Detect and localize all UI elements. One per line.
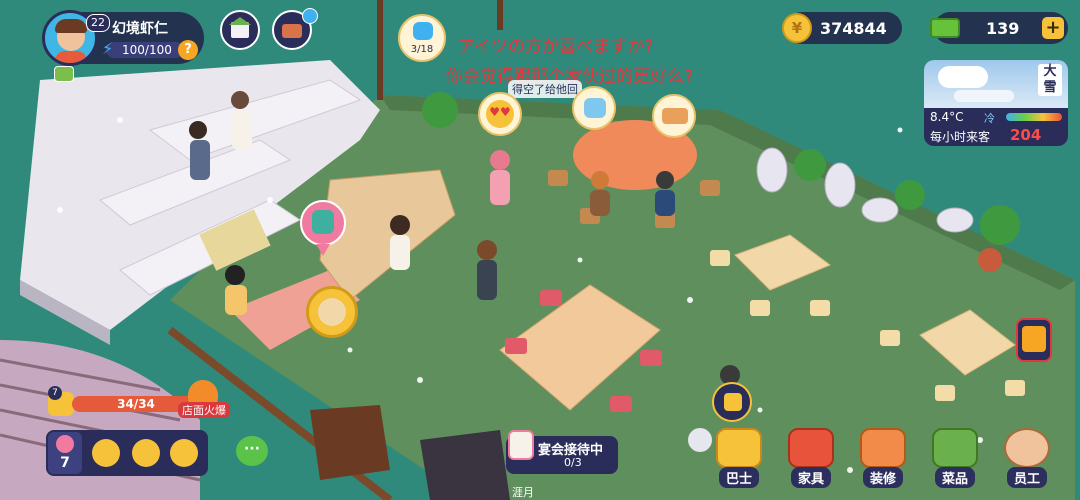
banquet-panel[interactable]: 宴会接待中 0/3 — [506, 430, 618, 474]
help-button[interactable]: ? — [178, 40, 198, 60]
temperature-status: 冷 — [984, 112, 995, 125]
level-badge: 22 — [86, 14, 110, 32]
menu-dishes-button[interactable]: 菜品 — [926, 428, 984, 488]
sofa-icon — [788, 428, 834, 468]
dish-slot-1[interactable] — [92, 439, 120, 467]
menu-staff-button[interactable]: 员工 — [998, 428, 1056, 488]
heart-eyes-emoji-icon: ♥♥ — [486, 100, 514, 128]
fire-label: 店面火爆 — [178, 402, 230, 418]
seat-bubble[interactable]: 3/18 — [398, 14, 446, 62]
customers-value: 204 — [1010, 126, 1042, 144]
coin-counter[interactable]: ¥ 374844 — [782, 12, 902, 44]
bottom-menu: 巴士 家具 装修 菜品 员工 — [700, 428, 1080, 500]
menu-furniture-button[interactable]: 家具 — [782, 428, 840, 488]
box-icon — [282, 24, 302, 38]
menu-bus-label: 巴士 — [718, 467, 759, 488]
weather-panel[interactable]: 大雪 8.4°C 冷 每小时来客 204 — [924, 60, 1068, 146]
npc-speech: 得空了给他回 — [508, 80, 582, 98]
banquet-progress: 0/3 — [564, 456, 582, 469]
overlay-line-1: アイツの方が喜べますか? — [458, 37, 654, 57]
player-panel[interactable]: 22 幻境虾仁 ⚡ 100/100 ? — [42, 10, 204, 66]
lightning-icon: ⚡ — [102, 39, 114, 58]
bus-icon — [716, 428, 762, 468]
house-button[interactable] — [220, 10, 260, 50]
energy-value: 100/100 — [122, 43, 172, 57]
cash-counter[interactable]: 139 + — [930, 12, 1068, 44]
heart-eyes-bubble[interactable]: ♥♥ — [478, 92, 522, 136]
cash-value: 139 — [986, 18, 1020, 38]
event-panel[interactable]: 7 — [48, 432, 82, 474]
staff-icon — [1004, 428, 1050, 468]
menu-bus-button[interactable]: 巴士 — [710, 428, 768, 488]
paint-icon — [860, 428, 906, 468]
thumbs-up-icon — [724, 393, 742, 411]
dish-slot-2[interactable] — [132, 439, 160, 467]
thumbs-up-bubble[interactable] — [712, 382, 752, 422]
flower-icon — [56, 435, 74, 453]
add-cash-button[interactable]: + — [1042, 17, 1064, 39]
menu-decorate-label: 装修 — [862, 467, 903, 488]
menu-furniture-label: 家具 — [790, 467, 831, 488]
weather-label: 大雪 — [1038, 64, 1062, 96]
menu-dishes-label: 菜品 — [934, 467, 975, 488]
toilet-icon — [413, 22, 433, 40]
cash-icon — [930, 18, 960, 38]
coin-value: 374844 — [820, 18, 887, 38]
event-bar[interactable]: 7 — [46, 430, 208, 476]
phone-icon[interactable] — [1016, 318, 1052, 362]
event-level: 7 — [60, 455, 70, 471]
chat-button[interactable]: ··· — [236, 436, 268, 466]
banquet-icon — [508, 430, 534, 460]
dish-icon — [662, 108, 688, 124]
customers-label: 每小时来客 — [930, 130, 991, 144]
player-name: 幻境虾仁 — [112, 21, 168, 37]
temperature-gauge — [1006, 113, 1062, 121]
chef-icon — [312, 210, 334, 234]
energy-bar: ⚡ 100/100 — [102, 39, 184, 58]
staff-marker[interactable] — [300, 200, 346, 258]
photo-frame-icon[interactable] — [306, 286, 358, 338]
dish-slot-3[interactable] — [170, 439, 198, 467]
handwash-icon — [584, 98, 606, 118]
menu-decorate-button[interactable]: 装修 — [854, 428, 912, 488]
chair-label: 涯月 — [512, 486, 534, 499]
fire-level: 7 — [48, 386, 62, 400]
menu-staff-label: 员工 — [1006, 467, 1047, 488]
buff-icon[interactable] — [54, 66, 74, 82]
seat-progress: 3/18 — [410, 44, 434, 55]
clock-icon — [302, 8, 318, 24]
dish-bubble[interactable] — [652, 94, 696, 138]
temperature: 8.4°C — [930, 110, 964, 124]
storage-button[interactable] — [272, 8, 318, 50]
handwash-bubble[interactable] — [572, 86, 616, 130]
coin-icon: ¥ — [782, 13, 812, 43]
recipe-book-icon — [932, 428, 978, 468]
